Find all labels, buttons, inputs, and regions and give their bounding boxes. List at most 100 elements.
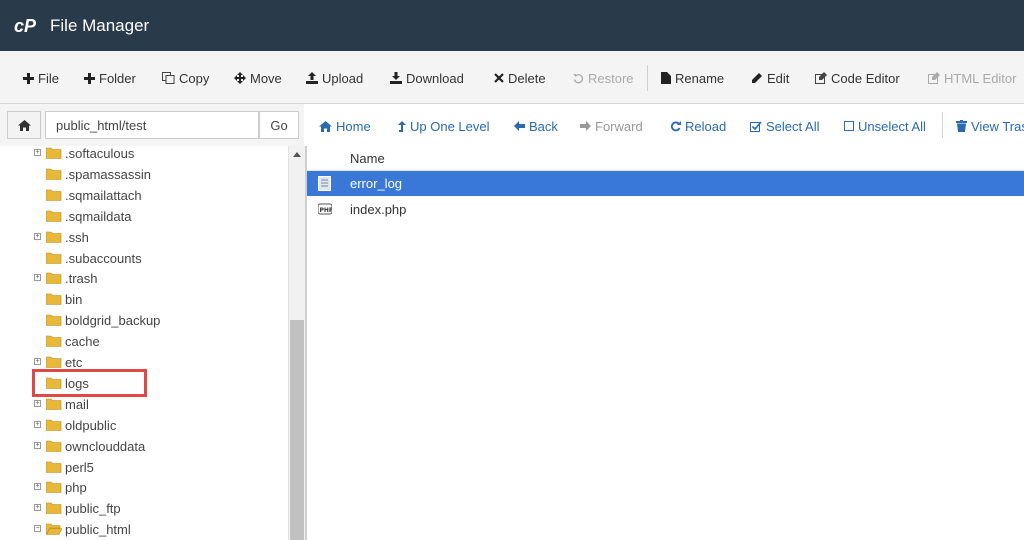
up-one-level-button[interactable]: Up One Level — [398, 117, 490, 135]
path-input[interactable] — [45, 111, 259, 139]
unselect-all-button[interactable]: Unselect All — [844, 117, 926, 135]
expand-icon[interactable]: + — [34, 504, 41, 511]
reload-button[interactable]: Reload — [670, 117, 726, 135]
tree-item[interactable]: + .ssh — [34, 227, 89, 247]
tree-item-label: .trash — [65, 270, 98, 286]
folder-icon — [46, 314, 62, 326]
delete-button[interactable]: Delete — [494, 69, 546, 87]
expand-icon[interactable]: + — [34, 358, 41, 365]
file-row-index-php[interactable]: PHP index.php — [307, 197, 1024, 222]
tree-item-label: boldgrid_backup — [65, 312, 161, 328]
tree-item[interactable]: + public_ftp — [34, 498, 121, 518]
expand-icon[interactable]: + — [34, 421, 41, 428]
copy-icon — [162, 72, 175, 84]
pencil-icon — [752, 73, 762, 83]
tree-item[interactable]: .spamassassin — [46, 164, 151, 184]
folder-icon — [46, 272, 62, 284]
tree-item[interactable]: + owncloud­data — [34, 436, 145, 456]
tree-item[interactable]: + mail — [34, 394, 89, 414]
tree-item-label: public_html — [65, 521, 131, 537]
select-all-button[interactable]: Select All — [750, 117, 819, 135]
home-dir-button[interactable] — [7, 111, 41, 139]
forward-button[interactable]: Forward — [580, 117, 643, 135]
new-file-button[interactable]: File — [23, 69, 59, 87]
file-list: Name error_log PHP index.php — [307, 146, 1024, 540]
edit-button[interactable]: Edit — [751, 69, 789, 87]
level-up-icon — [398, 120, 406, 132]
toolbar-separator — [647, 65, 648, 91]
scroll-up-arrow[interactable] — [289, 146, 305, 162]
red-highlight-box — [32, 369, 147, 397]
file-name: error_log — [350, 176, 403, 191]
tree-item[interactable]: .subaccounts — [46, 248, 142, 268]
folder-icon — [46, 440, 62, 452]
tree-item[interactable]: + .softaculous — [34, 146, 135, 163]
tree-item[interactable]: boldgrid_backup — [46, 310, 160, 330]
folder-icon — [46, 231, 62, 243]
tree-item[interactable]: cache — [46, 331, 100, 351]
move-button[interactable]: Move — [234, 69, 282, 87]
tree-item-label: oldpublic — [65, 417, 117, 433]
tree-item[interactable]: − public_html — [34, 519, 131, 539]
copy-button[interactable]: Copy — [162, 69, 209, 87]
tree-item-label: .ssh — [65, 229, 89, 245]
expand-icon[interactable]: + — [34, 400, 41, 407]
path-bar: Go — [0, 104, 304, 146]
plus-icon — [23, 72, 34, 84]
tree-item[interactable]: + .trash — [34, 268, 98, 288]
tree-item-label: etc — [65, 354, 83, 370]
scroll-thumb[interactable] — [290, 320, 304, 540]
folder-icon — [46, 481, 62, 493]
upload-button[interactable]: Upload — [306, 69, 363, 87]
tree-item-label: .softaculous — [65, 146, 135, 161]
cpanel-logo-icon: cP — [14, 16, 37, 36]
text-file-icon — [318, 176, 331, 191]
go-button[interactable]: Go — [259, 111, 299, 139]
tree-item[interactable]: perl5 — [46, 457, 94, 477]
folder-icon — [46, 252, 62, 264]
rename-button[interactable]: Rename — [661, 69, 724, 87]
home-button[interactable]: Home — [319, 117, 371, 135]
tree-scrollbar[interactable] — [288, 146, 305, 540]
restore-icon — [573, 73, 584, 83]
file-row-error-log[interactable]: error_log — [307, 171, 1024, 196]
back-button[interactable]: Back — [514, 117, 558, 135]
column-header-name[interactable]: Name — [307, 146, 1024, 171]
collapse-icon[interactable]: − — [34, 525, 41, 532]
directory-tree: + .softaculous .spamassassin .sqmailattach.… — [0, 146, 288, 540]
folder-icon — [46, 293, 62, 305]
expand-icon[interactable]: + — [34, 274, 41, 281]
home-icon — [17, 119, 31, 131]
expand-icon[interactable]: + — [34, 233, 41, 240]
move-icon — [234, 72, 246, 84]
new-folder-button[interactable]: Folder — [84, 69, 136, 87]
file-name: index.php — [350, 202, 407, 217]
expand-icon[interactable]: + — [34, 442, 41, 449]
expand-icon[interactable]: + — [34, 149, 41, 156]
expand-icon[interactable]: + — [34, 483, 41, 490]
tree-item[interactable]: + oldpublic — [34, 415, 117, 435]
restore-button[interactable]: Restore — [573, 69, 634, 87]
folder-icon — [46, 356, 62, 368]
view-trash-button[interactable]: View Tras — [956, 117, 1024, 135]
tree-item-label: mail — [65, 396, 89, 412]
tree-item[interactable]: bin — [46, 289, 82, 309]
tree-item-label: .sqmailattach — [65, 187, 142, 203]
html-editor-button[interactable]: HTML Editor — [928, 69, 1016, 87]
tree-item-label: .spamassassin — [65, 166, 151, 182]
code-editor-button[interactable]: Code Editor — [815, 69, 900, 87]
reload-icon — [670, 120, 681, 131]
edit-square-icon — [815, 72, 827, 84]
app-header: cP File Manager — [0, 0, 1024, 51]
tree-item[interactable]: .sqmailattach — [46, 185, 142, 205]
download-button[interactable]: Download — [390, 69, 464, 87]
arrow-left-icon — [514, 121, 525, 131]
tree-item[interactable]: .sqmaildata — [46, 206, 131, 226]
folder-icon — [46, 502, 62, 514]
tree-item[interactable]: + php — [34, 477, 87, 497]
folder-icon — [46, 419, 62, 431]
svg-text:PHP: PHP — [320, 207, 333, 214]
tree-item-label: .subaccounts — [65, 250, 142, 266]
php-file-icon: PHP — [318, 203, 333, 215]
download-icon — [390, 72, 402, 84]
